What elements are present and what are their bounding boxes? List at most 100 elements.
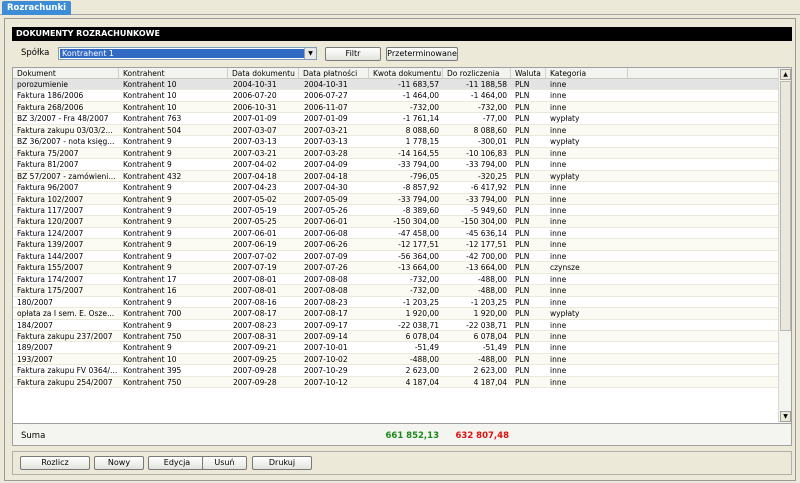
cell-kwota-dokumentu: -51,49 bbox=[414, 343, 439, 353]
cell-kontrahent: Kontrahent 10 bbox=[123, 354, 177, 364]
documents-grid: Dokument Kontrahent Data dokumentu Data … bbox=[12, 67, 792, 424]
cell-kategoria: inne bbox=[550, 194, 567, 204]
table-row[interactable]: 184/2007 Kontrahent 9 2007-08-23 2007-09-17… bbox=[13, 320, 779, 331]
table-row[interactable]: Faktura zakupu FV 0364/... Kontrahent 395… bbox=[13, 365, 779, 377]
cell-waluta: PLN bbox=[515, 102, 530, 112]
cell-waluta: PLN bbox=[515, 309, 530, 319]
table-row[interactable]: porozumienie Kontrahent 10 2004-10-31 2004-… bbox=[13, 79, 779, 91]
col-header-kategoria[interactable]: Kategoria bbox=[546, 68, 628, 79]
cell-data-platnosci: 2007-10-01 bbox=[304, 343, 348, 353]
table-row[interactable]: Faktura 174/2007 Kontrahent 17 2007-08-01 2… bbox=[13, 274, 779, 286]
cell-kwota-dokumentu: -56 364,00 bbox=[398, 251, 439, 261]
table-row[interactable]: Faktura zakupu 254/2007 Kontrahent 750 200… bbox=[13, 376, 779, 389]
table-row[interactable]: Faktura 75/2007 Kontrahent 9 2007-03-21 200… bbox=[13, 147, 779, 160]
table-row[interactable]: 189/2007 Kontrahent 9 2007-09-21 2007-10-01… bbox=[13, 342, 779, 354]
cell-waluta: PLN bbox=[515, 274, 530, 284]
col-header-data-platnosci[interactable]: Data płatności bbox=[299, 68, 369, 79]
cell-kontrahent: Kontrahent 9 bbox=[123, 148, 172, 158]
table-row[interactable]: Faktura 96/2007 Kontrahent 9 2007-04-23 200… bbox=[13, 182, 779, 194]
cell-data-dokumentu: 2007-05-25 bbox=[233, 217, 277, 227]
cell-kontrahent: Kontrahent 395 bbox=[123, 366, 182, 376]
filtr-button[interactable]: Filtr bbox=[325, 47, 381, 61]
cell-do-rozliczenia: 8 088,60 bbox=[473, 125, 507, 135]
col-header-kontrahent[interactable]: Kontrahent bbox=[119, 68, 228, 79]
cell-kontrahent: Kontrahent 16 bbox=[123, 286, 177, 296]
cell-data-platnosci: 2007-05-09 bbox=[304, 194, 348, 204]
top-tab-bar: Rozrachunki bbox=[0, 0, 800, 15]
cell-kategoria: inne bbox=[550, 80, 567, 89]
table-row[interactable]: Faktura 120/2007 Kontrahent 9 2007-05-25 20… bbox=[13, 216, 779, 228]
table-row[interactable]: Faktura 139/2007 Kontrahent 9 2007-06-19 20… bbox=[13, 239, 779, 251]
table-row[interactable]: Faktura zakupu 03/03/2... Kontrahent 504 2… bbox=[13, 124, 779, 137]
cell-do-rozliczenia: -10 106,83 bbox=[466, 148, 507, 158]
edycja-button[interactable]: Edycja bbox=[148, 456, 206, 470]
col-header-kwota-dokumentu[interactable]: Kwota dokumentu bbox=[369, 68, 443, 79]
usun-button[interactable]: Usuń bbox=[202, 456, 247, 470]
cell-kontrahent: Kontrahent 9 bbox=[123, 343, 172, 353]
spolka-selected-value: Kontrahent 1 bbox=[60, 49, 304, 58]
cell-kwota-dokumentu: 2 623,00 bbox=[405, 366, 439, 376]
cell-data-platnosci: 2007-06-01 bbox=[304, 217, 348, 227]
cell-data-platnosci: 2007-03-28 bbox=[304, 148, 348, 158]
cell-dokument: Faktura 81/2007 bbox=[17, 160, 79, 170]
cell-data-dokumentu: 2007-07-19 bbox=[233, 263, 277, 273]
cell-data-dokumentu: 2006-10-31 bbox=[233, 102, 277, 112]
table-row[interactable]: Faktura 81/2007 Kontrahent 9 2007-04-02 200… bbox=[13, 159, 779, 171]
cell-kategoria: inne bbox=[550, 228, 567, 238]
nowy-button[interactable]: Nowy bbox=[94, 456, 144, 470]
tab-rozrachunki[interactable]: Rozrachunki bbox=[2, 1, 72, 15]
cell-waluta: PLN bbox=[515, 160, 530, 170]
rozlicz-button[interactable]: Rozlicz bbox=[20, 456, 90, 470]
scroll-down-arrow-icon[interactable]: ▼ bbox=[780, 411, 791, 422]
vertical-scrollbar[interactable]: ▲ ▼ bbox=[778, 68, 791, 423]
cell-data-platnosci: 2007-08-08 bbox=[304, 286, 348, 296]
cell-kwota-dokumentu: -33 794,00 bbox=[398, 160, 439, 170]
col-header-data-dokumentu[interactable]: Data dokumentu bbox=[228, 68, 299, 79]
cell-dokument: Faktura 102/2007 bbox=[17, 194, 84, 204]
table-row[interactable]: 180/2007 Kontrahent 9 2007-08-16 2007-08-23… bbox=[13, 297, 779, 309]
cell-data-platnosci: 2007-06-08 bbox=[304, 228, 348, 238]
cell-kontrahent: Kontrahent 700 bbox=[123, 309, 182, 319]
table-row[interactable]: Faktura zakupu 237/2007 Kontrahent 750 200… bbox=[13, 330, 779, 343]
cell-data-platnosci: 2007-09-17 bbox=[304, 320, 348, 330]
table-row[interactable]: Faktura 155/2007 Kontrahent 9 2007-07-19 20… bbox=[13, 262, 779, 274]
table-row[interactable]: BZ 57/2007 - zamówieni... Kontrahent 432 2… bbox=[13, 170, 779, 183]
col-header-dokument[interactable]: Dokument bbox=[13, 68, 119, 79]
cell-kwota-dokumentu: -47 458,00 bbox=[398, 228, 439, 238]
chevron-down-icon[interactable]: ▼ bbox=[304, 48, 316, 59]
cell-kontrahent: Kontrahent 750 bbox=[123, 331, 182, 341]
table-row[interactable]: Faktura 102/2007 Kontrahent 9 2007-05-02 20… bbox=[13, 193, 779, 205]
summary-row: Suma 661 852,13 632 807,48 bbox=[12, 424, 792, 446]
table-row[interactable]: 193/2007 Kontrahent 10 2007-09-25 2007-10-0… bbox=[13, 353, 779, 366]
przeterminowane-button[interactable]: Przeterminowane bbox=[386, 47, 458, 61]
cell-kontrahent: Kontrahent 9 bbox=[123, 240, 172, 250]
cell-data-dokumentu: 2007-04-18 bbox=[233, 171, 277, 181]
scroll-up-arrow-icon[interactable]: ▲ bbox=[780, 69, 791, 80]
cell-data-platnosci: 2007-06-26 bbox=[304, 240, 348, 250]
cell-kategoria: inne bbox=[550, 377, 567, 387]
cell-kwota-dokumentu: -1 203,25 bbox=[402, 297, 439, 307]
table-row[interactable]: opłata za I sem. E. Osze... Kontrahent 70… bbox=[13, 308, 779, 320]
table-row[interactable]: BZ 3/2007 - Fra 48/2007 Kontrahent 763 200… bbox=[13, 113, 779, 125]
table-row[interactable]: BZ 36/2007 - nota księg... Kontrahent 9 20… bbox=[13, 136, 779, 148]
cell-data-dokumentu: 2007-09-28 bbox=[233, 377, 277, 387]
cell-dokument: BZ 57/2007 - zamówieni... bbox=[17, 171, 116, 181]
cell-kontrahent: Kontrahent 504 bbox=[123, 125, 182, 135]
cell-kategoria: czynsze bbox=[550, 263, 580, 273]
scrollbar-thumb[interactable] bbox=[780, 81, 791, 331]
cell-kwota-dokumentu: 4 187,04 bbox=[405, 377, 439, 387]
drukuj-button[interactable]: Drukuj bbox=[252, 456, 312, 470]
col-header-waluta[interactable]: Waluta bbox=[511, 68, 546, 79]
table-row[interactable]: Faktura 268/2006 Kontrahent 10 2006-10-31 2… bbox=[13, 101, 779, 114]
table-row[interactable]: Faktura 144/2007 Kontrahent 9 2007-07-02 20… bbox=[13, 251, 779, 263]
table-row[interactable]: Faktura 175/2007 Kontrahent 16 2007-08-01 2… bbox=[13, 285, 779, 297]
table-row[interactable]: Faktura 186/2006 Kontrahent 10 2006-07-20 2… bbox=[13, 90, 779, 102]
cell-kwota-dokumentu: -33 794,00 bbox=[398, 194, 439, 204]
spolka-select[interactable]: Kontrahent 1 ▼ bbox=[58, 47, 317, 60]
table-row[interactable]: Faktura 117/2007 Kontrahent 9 2007-05-19 20… bbox=[13, 205, 779, 217]
table-row[interactable]: Faktura 124/2007 Kontrahent 9 2007-06-01 20… bbox=[13, 228, 779, 240]
cell-kwota-dokumentu: -732,00 bbox=[410, 286, 439, 296]
cell-do-rozliczenia: -6 417,92 bbox=[470, 183, 507, 193]
col-header-do-rozliczenia[interactable]: Do rozliczenia bbox=[443, 68, 511, 79]
cell-do-rozliczenia: -42 700,00 bbox=[466, 251, 507, 261]
